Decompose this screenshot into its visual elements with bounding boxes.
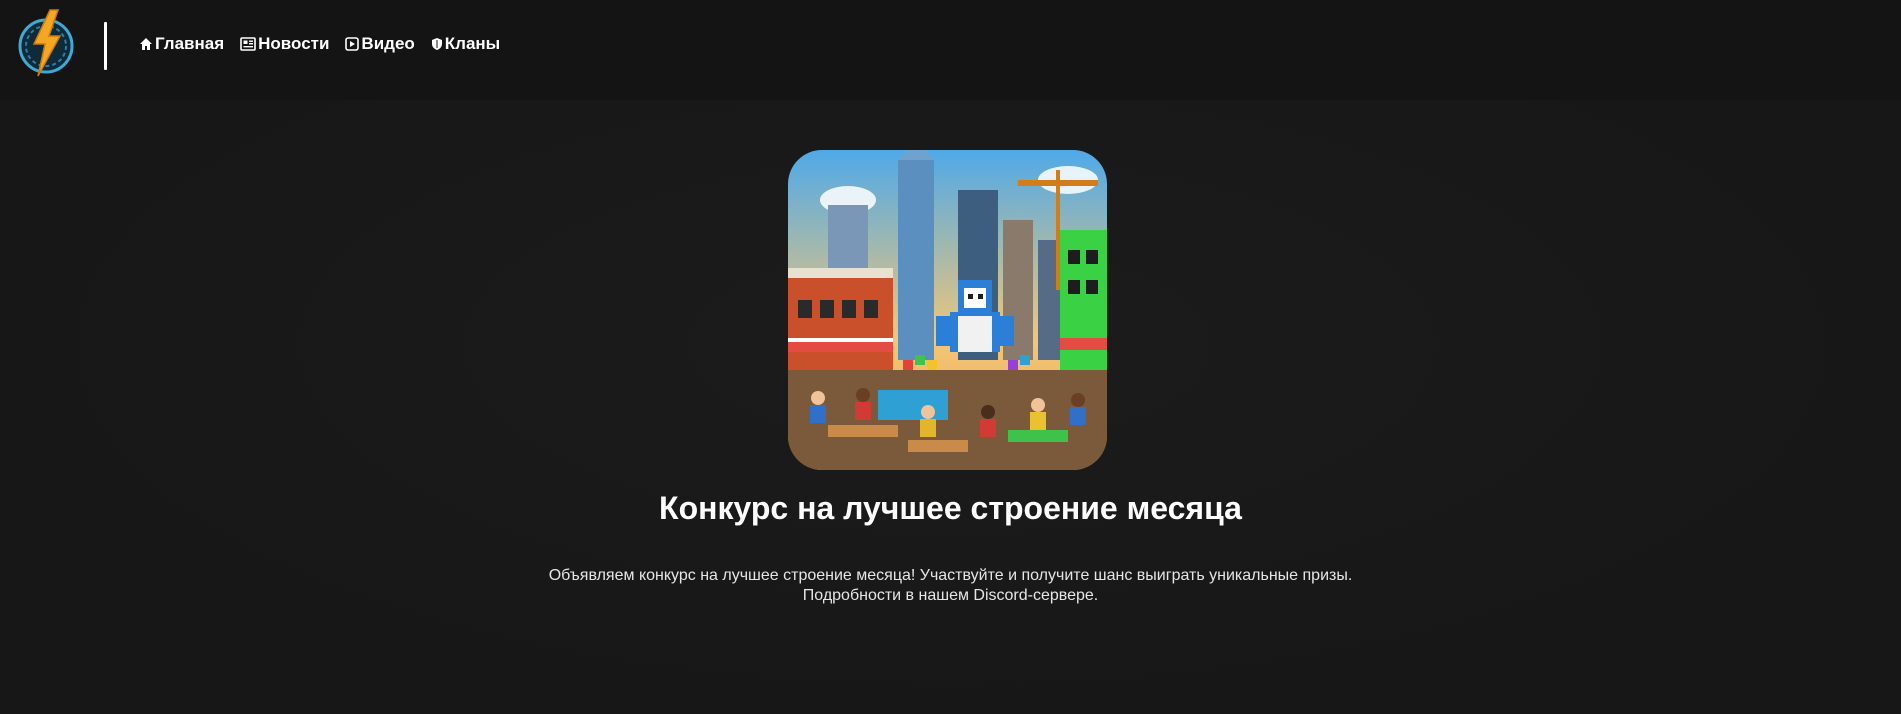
top-header: Главная Новости Видео Кланы: [0, 0, 1901, 100]
nav-item-label: Кланы: [444, 34, 501, 53]
nav-item-video[interactable]: Видео: [345, 34, 415, 54]
shield-icon: [431, 38, 442, 50]
header-divider: [104, 22, 107, 70]
newspaper-icon: [240, 37, 256, 51]
description-line-2: Подробности в нашем Discord-сервере.: [802, 587, 1099, 604]
main-nav: Главная Новости Видео Кланы: [139, 34, 500, 54]
home-icon: [140, 38, 152, 50]
lightning-logo-icon[interactable]: [16, 8, 78, 78]
nav-item-label: Новости: [258, 34, 330, 53]
contest-description: Объявляем конкурс на лучшее строение мес…: [0, 566, 1901, 606]
contest-image: [788, 150, 1107, 470]
nav-item-news[interactable]: Новости: [240, 34, 329, 54]
nav-item-label: Главная: [155, 34, 225, 53]
page-title: Конкурс на лучшее строение месяца: [659, 490, 1242, 526]
video-icon: [345, 37, 360, 51]
description-line-1: Объявляем конкурс на лучшее строение мес…: [548, 567, 1353, 584]
nav-item-home[interactable]: Главная: [139, 34, 224, 54]
nav-item-label: Видео: [361, 34, 415, 53]
nav-item-clans[interactable]: Кланы: [431, 34, 500, 54]
